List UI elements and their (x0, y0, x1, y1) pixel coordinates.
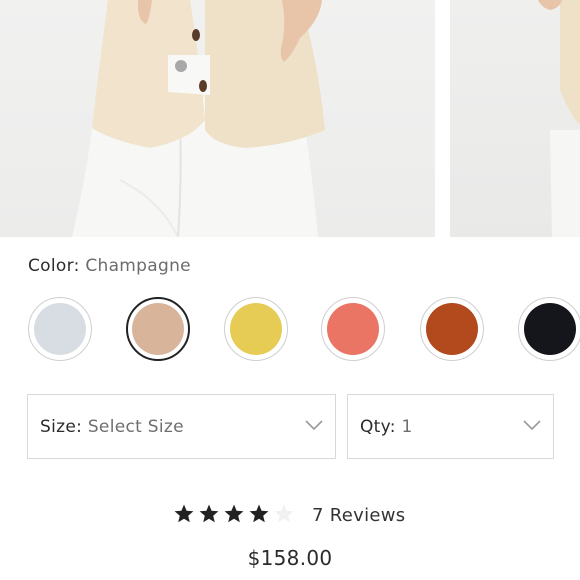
size-label: Size: (40, 417, 83, 437)
product-image-gallery[interactable] (0, 0, 580, 237)
swatch-ring (420, 297, 484, 361)
reviews-link[interactable]: 7 Reviews (312, 505, 405, 526)
product-price: $158.00 (247, 546, 333, 570)
selected-color-name: Champagne (85, 256, 191, 276)
quantity-value: 1 (401, 417, 413, 437)
swatch-ring (224, 297, 288, 361)
star-icon-filled (199, 504, 219, 523)
color-swatch-champagne[interactable] (126, 297, 190, 361)
quantity-label: Qty: (360, 417, 396, 437)
product-image-secondary[interactable] (450, 0, 580, 237)
product-photo-illustration (72, 0, 325, 237)
color-swatch-black[interactable] (518, 297, 580, 361)
color-swatch-yellow[interactable] (224, 297, 288, 361)
quantity-select-text: Qty: 1 (360, 417, 413, 437)
swatch-ring (126, 297, 190, 361)
color-selection-label: Color: Champagne (28, 256, 191, 276)
star-icon-filled (174, 504, 194, 523)
product-image-main[interactable] (0, 0, 435, 237)
swatch-ring (28, 297, 92, 361)
chevron-down-icon (305, 420, 323, 431)
color-swatch-light-blue[interactable] (28, 297, 92, 361)
star-icon-filled (224, 504, 244, 523)
size-value: Select Size (87, 417, 184, 437)
swatch-ring (518, 297, 580, 361)
chevron-down-icon (523, 420, 541, 431)
quantity-select[interactable]: Qty: 1 (347, 394, 554, 459)
color-swatch-rust[interactable] (420, 297, 484, 361)
star-icon-empty (274, 504, 294, 523)
size-select[interactable]: Size: Select Size (27, 394, 336, 459)
size-select-text: Size: Select Size (40, 417, 184, 437)
color-label: Color: (28, 256, 80, 276)
swatch-ring (321, 297, 385, 361)
color-swatch-coral[interactable] (321, 297, 385, 361)
star-icon-filled (249, 504, 269, 523)
product-photo-illustration-secondary (538, 0, 580, 237)
